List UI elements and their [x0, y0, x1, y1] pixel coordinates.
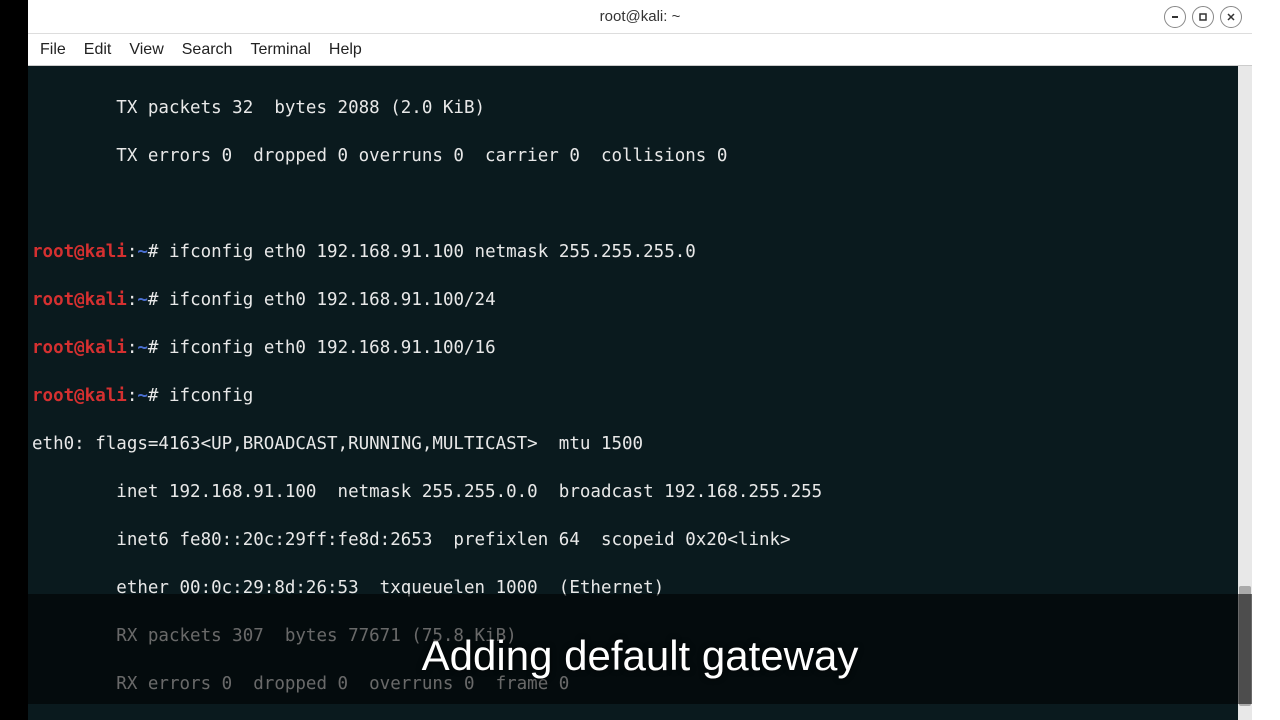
output-line: TX errors 0 dropped 0 overruns 0 carrier… — [32, 144, 1248, 168]
output-line: RX errors 0 dropped 0 overruns 0 frame 0 — [32, 672, 1248, 696]
menu-file[interactable]: File — [40, 41, 66, 59]
menu-view[interactable]: View — [129, 41, 163, 59]
prompt-user: root@kali — [32, 242, 127, 262]
output-line: eth0: flags=4163<UP,BROADCAST,RUNNING,MU… — [32, 432, 1248, 456]
maximize-icon — [1198, 12, 1208, 22]
command: ifconfig eth0 192.168.91.100/24 — [158, 290, 495, 310]
output-line: ether 00:0c:29:8d:26:53 txqueuelen 1000 … — [32, 576, 1248, 600]
menu-edit[interactable]: Edit — [84, 41, 112, 59]
prompt-line: root@kali:~# ifconfig eth0 192.168.91.10… — [32, 288, 1248, 312]
menubar: File Edit View Search Terminal Help — [28, 34, 1252, 66]
window-left-border — [0, 0, 28, 720]
minimize-button[interactable] — [1164, 6, 1186, 28]
window-title: root@kali: ~ — [600, 8, 681, 25]
command: ifconfig — [158, 386, 253, 406]
scrollbar[interactable] — [1238, 66, 1252, 720]
output-line: inet6 fe80::20c:29ff:fe8d:2653 prefixlen… — [32, 528, 1248, 552]
titlebar: root@kali: ~ — [28, 0, 1252, 34]
command: ifconfig eth0 192.168.91.100 netmask 255… — [158, 242, 695, 262]
blank-line — [32, 192, 1248, 216]
prompt-line: root@kali:~# ifconfig eth0 192.168.91.10… — [32, 336, 1248, 360]
menu-search[interactable]: Search — [182, 41, 233, 59]
prompt-line: root@kali:~# ifconfig eth0 192.168.91.10… — [32, 240, 1248, 264]
window-controls — [1164, 6, 1242, 28]
output-line: RX packets 307 bytes 77671 (75.8 KiB) — [32, 624, 1248, 648]
scroll-thumb[interactable] — [1239, 586, 1251, 706]
menu-terminal[interactable]: Terminal — [250, 41, 310, 59]
close-icon — [1226, 12, 1236, 22]
output-line: inet 192.168.91.100 netmask 255.255.0.0 … — [32, 480, 1248, 504]
prompt-path: ~ — [137, 290, 148, 310]
command: ifconfig eth0 192.168.91.100/16 — [158, 338, 495, 358]
prompt-line: root@kali:~# ifconfig — [32, 384, 1248, 408]
prompt-path: ~ — [137, 338, 148, 358]
prompt-user: root@kali — [32, 338, 127, 358]
prompt-user: root@kali — [32, 386, 127, 406]
minimize-icon — [1170, 12, 1180, 22]
maximize-button[interactable] — [1192, 6, 1214, 28]
menu-help[interactable]: Help — [329, 41, 362, 59]
prompt-path: ~ — [137, 242, 148, 262]
prompt-user: root@kali — [32, 290, 127, 310]
close-button[interactable] — [1220, 6, 1242, 28]
terminal[interactable]: TX packets 32 bytes 2088 (2.0 KiB) TX er… — [28, 66, 1252, 720]
prompt-path: ~ — [137, 386, 148, 406]
output-line: TX packets 32 bytes 2088 (2.0 KiB) — [32, 96, 1248, 120]
